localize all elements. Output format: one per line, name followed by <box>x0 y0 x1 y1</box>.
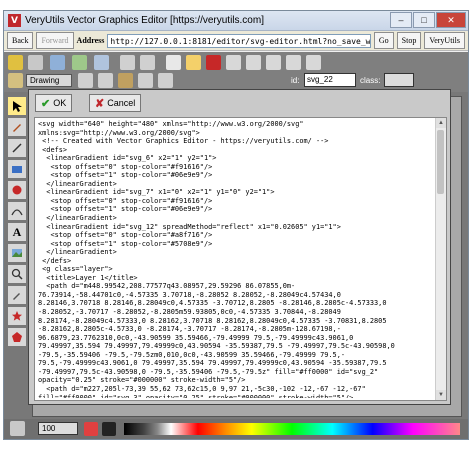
eyedropper-icon[interactable] <box>8 286 26 304</box>
zoom-level-icon[interactable] <box>10 421 25 436</box>
image-icon[interactable] <box>8 244 26 262</box>
select-tool-icon[interactable] <box>78 73 93 88</box>
close-button[interactable]: ✕ <box>436 12 466 28</box>
new-image-icon[interactable] <box>50 55 65 70</box>
window-controls: – □ ✕ <box>390 12 466 28</box>
window-title: VeryUtils Vector Graphics Editor [https:… <box>25 15 264 26</box>
source-icon[interactable] <box>166 55 181 70</box>
layers-icon[interactable] <box>8 73 23 88</box>
maximize-button[interactable]: □ <box>413 12 435 28</box>
title-bar[interactable]: V VeryUtils Vector Graphics Editor [http… <box>4 11 468 31</box>
zoom-icon[interactable] <box>8 265 26 283</box>
line-icon[interactable] <box>8 139 26 157</box>
polygon-icon[interactable] <box>8 328 26 346</box>
move-top-icon[interactable] <box>266 55 281 70</box>
rect-icon[interactable] <box>8 160 26 178</box>
path-icon[interactable] <box>8 202 26 220</box>
image-tool-icon[interactable] <box>118 73 133 88</box>
lock-icon[interactable] <box>158 73 173 88</box>
app-window: V VeryUtils Vector Graphics Editor [http… <box>3 10 469 440</box>
class-label: class: <box>360 76 381 85</box>
open-image-icon[interactable] <box>72 55 87 70</box>
clone-icon[interactable] <box>226 55 241 70</box>
star-icon[interactable] <box>8 307 26 325</box>
id-input[interactable]: svg_22 <box>304 73 356 87</box>
text-icon[interactable]: A <box>8 223 26 241</box>
menu-icon[interactable] <box>28 55 43 70</box>
logo-icon <box>8 55 23 70</box>
ellipse-icon[interactable] <box>8 181 26 199</box>
editor-toolbar: Drawing id: svg_22 class: <box>4 52 468 92</box>
scroll-up-icon[interactable]: ▲ <box>436 118 446 128</box>
source-scrollbar[interactable]: ▲ ▼ <box>435 118 446 400</box>
navigation-bar: Back Forward Address http://127.0.0.1:81… <box>4 31 468 51</box>
zoom-input[interactable]: 100 <box>38 422 78 435</box>
class-input[interactable] <box>384 73 414 87</box>
back-button[interactable]: Back <box>7 32 34 49</box>
cancel-button[interactable]: ✘ Cancel <box>89 94 142 112</box>
id-label: id: <box>291 76 300 85</box>
group-icon[interactable] <box>286 55 301 70</box>
path-tool-icon[interactable] <box>98 73 113 88</box>
source-textarea[interactable]: <svg width="640" height="480" xmlns="htt… <box>34 117 447 401</box>
address-input[interactable]: http://127.0.0.1:8181/editor/svg-editor.… <box>107 33 371 48</box>
stroke-color-icon[interactable] <box>102 422 116 436</box>
forward-button[interactable]: Forward <box>36 32 74 49</box>
ok-button[interactable]: ✔ OK <box>35 94 73 112</box>
mode-select[interactable]: Drawing <box>26 74 72 87</box>
fill-color-icon[interactable] <box>84 422 98 436</box>
minimize-button[interactable]: – <box>390 12 412 28</box>
svg-source-text[interactable]: <svg width="640" height="480" xmlns="htt… <box>38 120 434 398</box>
source-editor-dialog: ✔ OK ✘ Cancel <svg width="640" height="4… <box>28 89 451 405</box>
address-label: Address <box>76 36 105 45</box>
bottom-toolbar: 100 <box>4 419 468 439</box>
align-icon[interactable] <box>306 55 321 70</box>
cross-icon: ✘ <box>95 97 105 110</box>
delete-icon[interactable] <box>206 55 221 70</box>
app-logo-icon: V <box>8 14 21 27</box>
pencil-icon[interactable] <box>8 118 26 136</box>
ok-button-label: OK <box>53 98 67 108</box>
link-icon[interactable] <box>138 73 153 88</box>
stop-button[interactable]: Stop <box>396 32 422 49</box>
select-arrow-icon[interactable] <box>8 97 26 115</box>
cancel-button-label: Cancel <box>107 98 136 108</box>
move-bottom-icon[interactable] <box>246 55 261 70</box>
scroll-down-icon[interactable]: ▼ <box>436 390 446 400</box>
left-toolbar: A <box>8 97 28 349</box>
veryutils-button[interactable]: VeryUtils <box>424 32 465 49</box>
go-button[interactable]: Go <box>373 32 394 49</box>
wireframe-icon[interactable] <box>186 55 201 70</box>
undo-icon[interactable] <box>120 55 135 70</box>
redo-icon[interactable] <box>140 55 155 70</box>
save-image-icon[interactable] <box>94 55 109 70</box>
checkmark-icon: ✔ <box>41 97 51 110</box>
color-palette[interactable] <box>124 423 460 435</box>
scroll-thumb[interactable] <box>437 130 444 194</box>
